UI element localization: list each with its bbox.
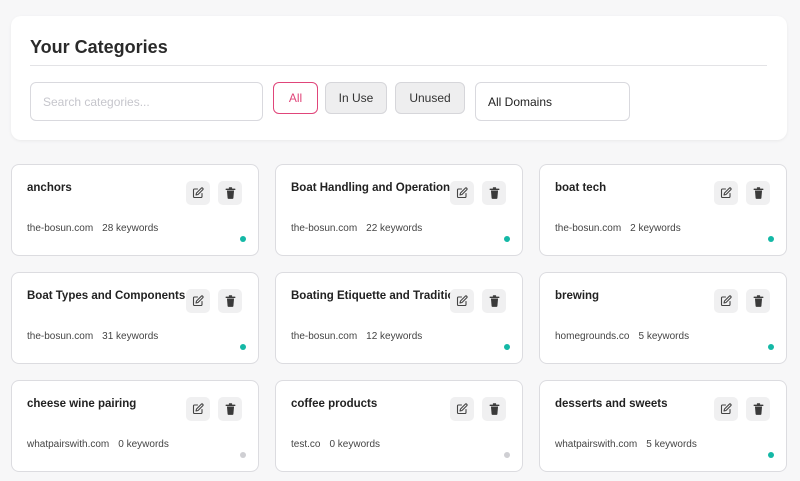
trash-icon [753,403,764,415]
status-dot [504,452,510,458]
edit-category-button[interactable] [186,397,210,421]
category-card[interactable]: coffee products test.co 0 keywords [275,380,523,472]
edit-icon [192,403,204,415]
edit-category-button[interactable] [450,289,474,313]
category-title: coffee products [291,398,378,410]
status-dot [504,236,510,242]
keyword-count: 12 keywords [366,331,423,342]
category-card[interactable]: desserts and sweets whatpairswith.com 5 ke… [539,380,787,472]
edit-icon [456,295,468,307]
category-meta: whatpairswith.com 5 keywords [555,439,697,450]
keyword-count: 28 keywords [102,223,159,234]
trash-icon [225,295,236,307]
delete-category-button[interactable] [482,289,506,313]
delete-category-button[interactable] [746,181,770,205]
edit-category-button[interactable] [450,181,474,205]
status-dot [240,452,246,458]
delete-category-button[interactable] [218,397,242,421]
divider [30,65,767,66]
category-meta: the-bosun.com 28 keywords [27,223,158,234]
category-card[interactable]: boat tech the-bosun.com 2 keywords [539,164,787,256]
delete-category-button[interactable] [746,289,770,313]
category-card[interactable]: Boat Types and Components the-bosun.com 31… [11,272,259,364]
status-dot [240,236,246,242]
edit-category-button[interactable] [186,181,210,205]
category-domain: whatpairswith.com [27,439,110,450]
category-domain: homegrounds.co [555,331,630,342]
category-domain: test.co [291,439,321,450]
keyword-count: 0 keywords [329,439,381,450]
domain-select[interactable]: All Domains [475,82,630,121]
category-title: desserts and sweets [555,398,668,410]
edit-icon [192,295,204,307]
status-dot [504,344,510,350]
trash-icon [753,187,764,199]
delete-category-button[interactable] [218,181,242,205]
categories-header-panel: Your Categories All In Use Unused All Do… [11,16,787,140]
page-title: Your Categories [30,37,168,57]
trash-icon [489,295,500,307]
edit-icon [720,187,732,199]
category-meta: the-bosun.com 12 keywords [291,331,422,342]
trash-icon [489,187,500,199]
trash-icon [225,187,236,199]
search-input[interactable] [30,82,263,121]
category-domain: the-bosun.com [291,223,358,234]
trash-icon [489,403,500,415]
keyword-count: 0 keywords [118,439,169,450]
filter-unused-button[interactable]: Unused [395,82,465,114]
edit-category-button[interactable] [714,289,738,313]
category-card[interactable]: Boating Etiquette and Traditions the-bosu… [275,272,523,364]
trash-icon [225,403,236,415]
edit-icon [720,403,732,415]
category-domain: the-bosun.com [555,223,622,234]
category-card[interactable]: cheese wine pairing whatpairswith.com 0 ke… [11,380,259,472]
category-domain: the-bosun.com [291,331,358,342]
edit-category-button[interactable] [714,181,738,205]
keyword-count: 5 keywords [638,331,690,342]
category-card[interactable]: Boat Handling and Operation the-bosun.com… [275,164,523,256]
category-title: brewing [555,290,600,302]
category-title: Boat Handling and Operation [291,182,451,194]
category-meta: test.co 0 keywords [291,439,380,450]
status-dot [240,344,246,350]
edit-icon [720,295,732,307]
edit-category-button[interactable] [714,397,738,421]
keyword-count: 2 keywords [630,223,681,234]
edit-icon [192,187,204,199]
category-domain: the-bosun.com [27,223,94,234]
edit-icon [456,187,468,199]
category-title: Boat Types and Components [27,290,186,302]
status-dot [768,236,774,242]
category-title: cheese wine pairing [27,398,137,410]
keyword-count: 31 keywords [102,331,159,342]
delete-category-button[interactable] [746,397,770,421]
delete-category-button[interactable] [218,289,242,313]
status-dot [768,344,774,350]
trash-icon [753,295,764,307]
category-title: Boating Etiquette and Traditions [291,290,468,302]
category-meta: the-bosun.com 2 keywords [555,223,681,234]
category-meta: whatpairswith.com 0 keywords [27,439,169,450]
edit-category-button[interactable] [186,289,210,313]
status-dot [768,452,774,458]
category-meta: the-bosun.com 31 keywords [27,331,158,342]
category-title: boat tech [555,182,607,194]
keyword-count: 5 keywords [646,439,697,450]
delete-category-button[interactable] [482,181,506,205]
edit-category-button[interactable] [450,397,474,421]
edit-icon [456,403,468,415]
delete-category-button[interactable] [482,397,506,421]
category-card[interactable]: anchors the-bosun.com 28 keywords [11,164,259,256]
category-domain: the-bosun.com [27,331,94,342]
category-meta: homegrounds.co 5 keywords [555,331,689,342]
category-meta: the-bosun.com 22 keywords [291,223,422,234]
filter-in-use-button[interactable]: In Use [325,82,387,114]
filter-all-button[interactable]: All [273,82,318,114]
keyword-count: 22 keywords [366,223,423,234]
category-title: anchors [27,182,72,194]
category-domain: whatpairswith.com [555,439,638,450]
category-card[interactable]: brewing homegrounds.co 5 keywords [539,272,787,364]
